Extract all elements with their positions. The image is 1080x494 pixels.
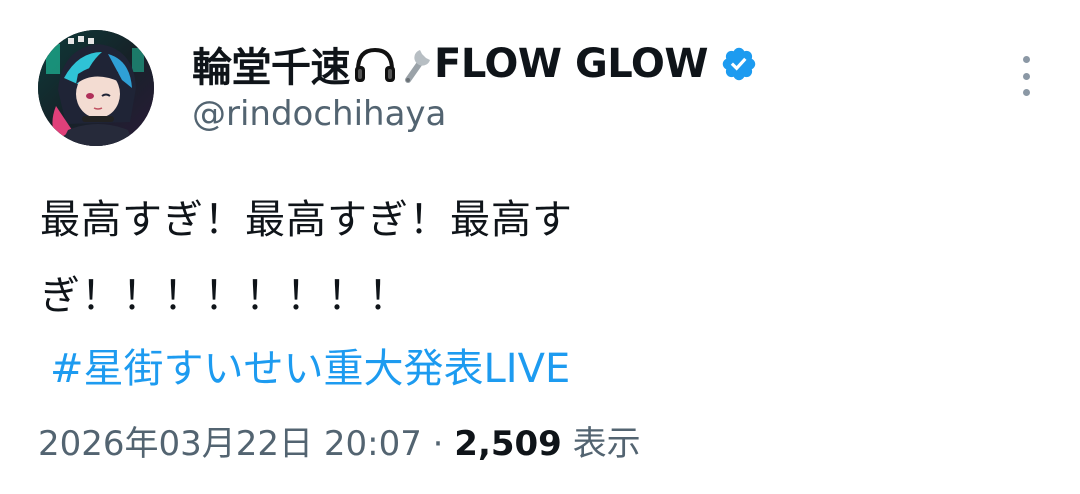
author-name-row[interactable]: 輪堂千速 FLOW GLOW [192, 36, 758, 92]
hashtag-link[interactable]: #星街すいせい重大発表LIVE [50, 336, 570, 394]
author-handle[interactable]: @rindochihaya [192, 94, 446, 134]
headphones-icon [352, 44, 398, 84]
tweet-text: 最高すぎ！最高すぎ！最高すぎ！！！！！！！！ [40, 197, 573, 319]
tweet-meta: 2026年03月22日 20:07 · 2,509 表示 [38, 416, 641, 465]
verified-badge-icon[interactable] [720, 45, 758, 83]
tweet: 輪堂千速 FLOW GLOW @rindochihaya 最高すぎ！最高すぎ！最… [0, 0, 1080, 494]
author-name-suffix[interactable]: FLOW GLOW [434, 41, 708, 87]
more-options-icon[interactable] [1014, 56, 1038, 96]
wrench-icon [400, 44, 434, 84]
avatar[interactable] [38, 30, 154, 146]
meta-separator: · [432, 424, 444, 464]
author-display-name[interactable]: 輪堂千速 [192, 35, 351, 93]
view-count-label: 表示 [572, 424, 641, 464]
view-count: 2,509 [454, 424, 562, 464]
tweet-timestamp[interactable]: 2026年03月22日 20:07 [38, 424, 422, 464]
